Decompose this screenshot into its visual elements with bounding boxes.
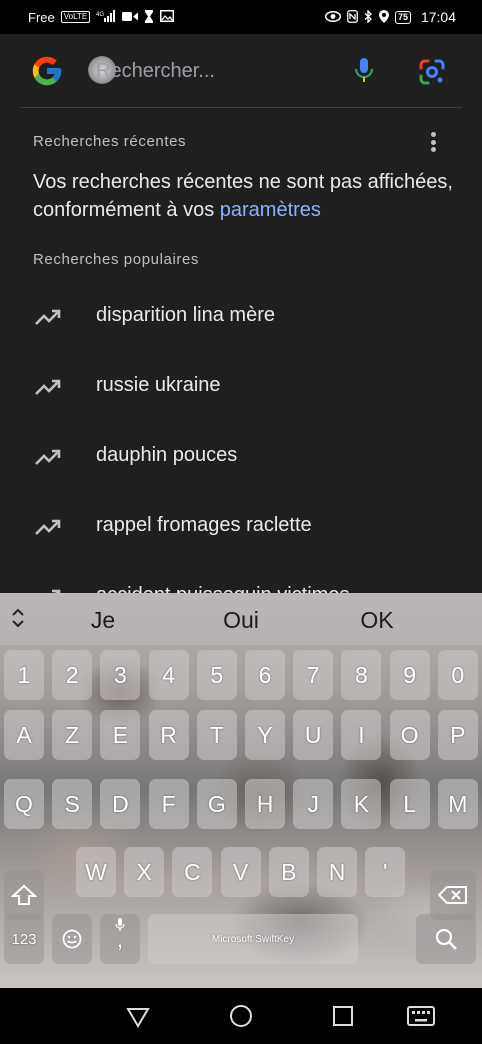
letter-key[interactable]: J bbox=[293, 779, 334, 829]
letter-key[interactable]: F bbox=[148, 779, 189, 829]
letter-key[interactable]: O bbox=[389, 710, 430, 760]
recent-searches-message: Vos recherches récentes ne sont pas affi… bbox=[33, 168, 463, 224]
battery-indicator: 75 bbox=[394, 10, 411, 24]
clock: 17:04 bbox=[420, 9, 456, 25]
home-icon[interactable] bbox=[227, 1002, 255, 1030]
number-key[interactable]: 9 bbox=[389, 650, 430, 700]
recents-icon[interactable] bbox=[329, 1002, 357, 1030]
expand-toolbar-icon[interactable] bbox=[8, 607, 28, 631]
popular-search-item[interactable]: accident puisseguin victimes bbox=[0, 562, 482, 594]
popular-search-item[interactable]: disparition lina mère bbox=[0, 282, 482, 352]
hourglass-icon bbox=[144, 9, 154, 25]
suggestion-3[interactable]: OK bbox=[332, 607, 422, 634]
search-page: Recherches récentes Vos recherches récen… bbox=[0, 34, 482, 594]
letter-key[interactable]: B bbox=[268, 847, 309, 897]
number-key[interactable]: 3 bbox=[100, 650, 141, 700]
back-icon[interactable] bbox=[124, 1002, 152, 1030]
status-bar: Free VoLTE 4G 75 17:04 bbox=[0, 0, 482, 34]
shift-key[interactable] bbox=[4, 870, 44, 920]
letter-key[interactable]: K bbox=[341, 779, 382, 829]
number-key[interactable]: 2 bbox=[52, 650, 93, 700]
letter-key[interactable]: L bbox=[389, 779, 430, 829]
letter-key[interactable]: Q bbox=[4, 779, 44, 829]
number-key[interactable]: 0 bbox=[437, 650, 478, 700]
space-key[interactable]: Microsoft SwiftKey bbox=[148, 914, 358, 964]
trending-up-icon bbox=[35, 309, 61, 325]
more-options-icon[interactable] bbox=[424, 130, 442, 154]
search-icon bbox=[435, 928, 457, 950]
popular-search-label: dauphin pouces bbox=[96, 444, 238, 466]
letter-key[interactable]: U bbox=[293, 710, 334, 760]
number-key[interactable]: 6 bbox=[245, 650, 285, 700]
suggestion-bar: Je Oui OK bbox=[0, 593, 482, 645]
nfc-icon bbox=[347, 9, 358, 25]
microphone-icon[interactable] bbox=[350, 56, 378, 86]
letter-key[interactable]: H bbox=[245, 779, 285, 829]
bluetooth-icon bbox=[364, 8, 373, 25]
search-enter-key[interactable] bbox=[416, 914, 476, 964]
letter-key[interactable]: P bbox=[437, 710, 478, 760]
video-recording-icon bbox=[122, 11, 139, 24]
popular-search-item[interactable]: rappel fromages raclette bbox=[0, 492, 482, 562]
letter-key[interactable]: A bbox=[4, 710, 44, 760]
number-key[interactable]: 4 bbox=[148, 650, 189, 700]
popular-search-item[interactable]: russie ukraine bbox=[0, 352, 482, 422]
letter-key[interactable]: Y bbox=[245, 710, 285, 760]
letter-key[interactable]: Z bbox=[52, 710, 93, 760]
trending-up-icon bbox=[35, 379, 61, 395]
letter-key[interactable]: ' bbox=[365, 847, 406, 897]
status-left: Free VoLTE 4G bbox=[28, 9, 175, 25]
volte-badge: VoLTE bbox=[60, 11, 91, 23]
popular-searches-title: Recherches populaires bbox=[33, 251, 200, 268]
eye-icon bbox=[324, 10, 341, 24]
keyboard-switch-icon[interactable] bbox=[406, 1002, 436, 1030]
letter-key[interactable]: I bbox=[341, 710, 382, 760]
google-logo-icon bbox=[32, 56, 62, 86]
number-key[interactable]: 7 bbox=[293, 650, 334, 700]
search-input[interactable] bbox=[96, 57, 296, 85]
popular-search-label: russie ukraine bbox=[96, 374, 221, 396]
popular-search-label: rappel fromages raclette bbox=[96, 514, 312, 536]
letter-key[interactable]: G bbox=[196, 779, 237, 829]
trending-up-icon bbox=[35, 519, 61, 535]
popular-searches-list: disparition lina mère russie ukraine dau… bbox=[0, 282, 482, 594]
letter-key[interactable]: T bbox=[196, 710, 237, 760]
letter-key[interactable]: E bbox=[100, 710, 141, 760]
search-bar[interactable] bbox=[20, 34, 462, 108]
carrier-label: Free bbox=[28, 9, 55, 25]
swiftkey-keyboard: Je Oui OK 1234567890AZERTYUIOPQSDFGHJKLM… bbox=[0, 593, 482, 988]
letter-key[interactable]: N bbox=[317, 847, 357, 897]
letter-key[interactable]: R bbox=[148, 710, 189, 760]
signal-icon: 4G bbox=[96, 10, 116, 24]
letter-key[interactable]: D bbox=[100, 779, 141, 829]
popular-search-item[interactable]: dauphin pouces bbox=[0, 422, 482, 492]
trending-up-icon bbox=[35, 449, 61, 465]
popular-search-label: disparition lina mère bbox=[96, 304, 275, 326]
letter-key[interactable]: C bbox=[172, 847, 213, 897]
suggestion-2[interactable]: Oui bbox=[196, 607, 286, 634]
image-notification-icon bbox=[160, 10, 175, 24]
letter-key[interactable]: M bbox=[437, 779, 478, 829]
swiftkey-brand-label: Microsoft SwiftKey bbox=[211, 933, 295, 945]
symbols-key[interactable]: 123 bbox=[4, 914, 44, 964]
letter-key[interactable]: X bbox=[124, 847, 165, 897]
number-key[interactable]: 5 bbox=[196, 650, 237, 700]
backspace-key[interactable] bbox=[430, 870, 476, 920]
network-badge: 4G bbox=[96, 12, 104, 18]
letter-key[interactable]: W bbox=[76, 847, 116, 897]
location-icon bbox=[378, 9, 389, 25]
letter-key[interactable]: S bbox=[52, 779, 93, 829]
voice-input-icon bbox=[115, 918, 125, 931]
status-right: 75 17:04 bbox=[324, 8, 456, 25]
recent-searches-title: Recherches récentes bbox=[33, 133, 187, 150]
letter-key[interactable]: V bbox=[220, 847, 261, 897]
google-lens-icon[interactable] bbox=[418, 58, 446, 86]
comma-key[interactable]: , bbox=[100, 914, 140, 964]
number-key[interactable]: 1 bbox=[4, 650, 44, 700]
emoji-key[interactable] bbox=[52, 914, 92, 964]
navigation-bar bbox=[0, 988, 482, 1044]
suggestion-1[interactable]: Je bbox=[58, 607, 148, 634]
settings-link[interactable]: paramètres bbox=[220, 199, 321, 221]
number-key[interactable]: 8 bbox=[341, 650, 382, 700]
